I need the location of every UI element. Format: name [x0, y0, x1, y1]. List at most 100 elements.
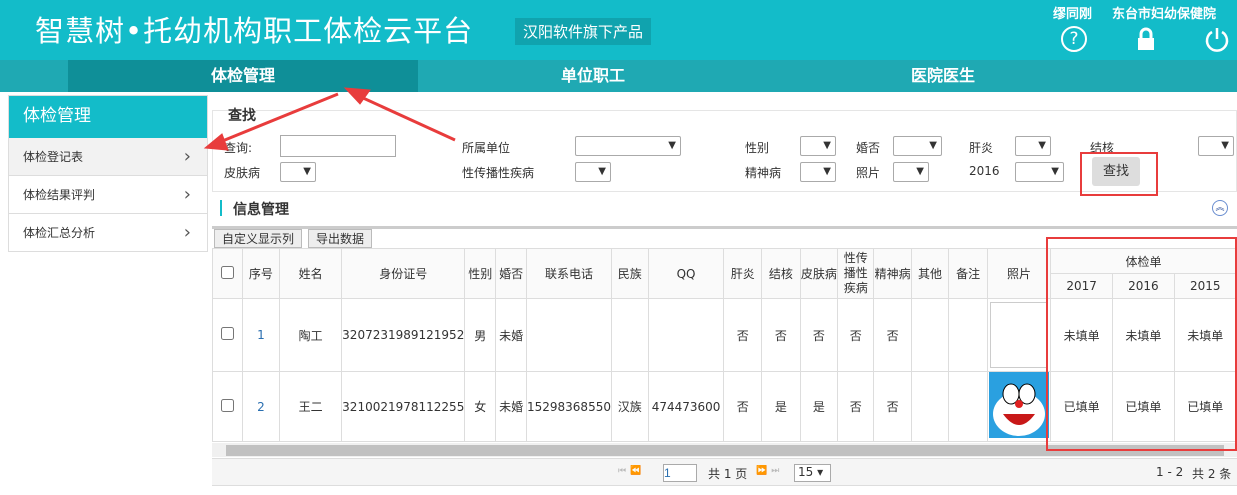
skin-label: 皮肤病 [224, 166, 261, 180]
cell-skin: 是 [799, 371, 839, 442]
col-header: 照片 [987, 248, 1051, 299]
cell-married: 未婚 [495, 371, 527, 442]
export-button[interactable]: 导出数据 [308, 229, 372, 248]
cell-2016[interactable]: 已填单 [1112, 371, 1175, 442]
cell-no[interactable]: 1 [241, 298, 281, 372]
power-icon[interactable] [1204, 26, 1230, 52]
query-label: 查询: [224, 141, 253, 155]
marriage-label: 婚否 [856, 141, 881, 155]
cell-qq: 474473600 [647, 371, 725, 442]
skin-select[interactable]: ▼ [280, 162, 316, 182]
lock-icon[interactable] [1133, 26, 1159, 52]
header: 智慧树•托幼机构职工体检云平台 汉阳软件旗下产品 缪同刚 东台市妇幼保健院 ? [0, 0, 1237, 60]
cell-phone [525, 298, 612, 372]
first-prev-page-icons[interactable]: ⏮⏪ [618, 466, 645, 476]
std-select[interactable]: ▼ [575, 162, 611, 182]
hepatitis-label: 肝炎 [969, 141, 994, 155]
sidebar-item-registration[interactable]: 体检登记表 › [9, 138, 207, 176]
cell-mental: 否 [873, 298, 912, 372]
cell-id: 3210021978112255 [341, 371, 466, 442]
col-header: QQ [647, 248, 725, 299]
year-select[interactable]: ▼ [1015, 162, 1064, 182]
year-header: 2016 [1112, 273, 1175, 299]
sidebar-item-label: 体检结果评判 [23, 188, 96, 202]
col-header: 结核 [761, 248, 801, 299]
next-last-page-icons[interactable]: ⏩⏭ [756, 466, 783, 476]
cell-name: 王二 [279, 371, 343, 442]
user-name: 缪同刚 [1053, 7, 1093, 22]
marriage-select[interactable]: ▼ [893, 136, 942, 156]
record-range: 1 - 2 [1156, 465, 1184, 479]
page-size-select[interactable]: 15 ▾ [794, 464, 831, 482]
scrollbar-thumb[interactable] [226, 445, 1224, 456]
chevron-right-icon: › [183, 184, 191, 205]
record-total: 共 2 条 [1192, 467, 1232, 481]
cell-no[interactable]: 2 [241, 371, 281, 442]
row-checkbox[interactable] [212, 298, 243, 372]
info-title: 信息管理 [233, 202, 289, 218]
tab-doctors[interactable]: 医院医生 [768, 60, 1118, 92]
cell-2015[interactable]: 未填单 [1173, 298, 1237, 372]
collapse-icon[interactable]: ︽ [1212, 200, 1228, 216]
cell-note [948, 371, 988, 442]
chevron-right-icon: › [183, 146, 191, 167]
cell-std: 否 [837, 371, 875, 442]
tb-label: 结核 [1090, 141, 1115, 155]
cell-skin: 否 [799, 298, 839, 372]
cell-tb: 是 [761, 371, 801, 442]
row-checkbox[interactable] [212, 371, 243, 442]
total-pages: 共 1 页 [708, 467, 748, 481]
custom-columns-button[interactable]: 自定义显示列 [214, 229, 302, 248]
query-input[interactable] [280, 135, 396, 157]
search-title: 查找 [228, 105, 256, 125]
col-header: 联系电话 [525, 248, 612, 299]
cell-married: 未婚 [495, 298, 527, 372]
sidebar-item-label: 体检登记表 [23, 150, 84, 164]
select-all-checkbox[interactable] [212, 248, 243, 299]
col-header: 性别 [464, 248, 497, 299]
cell-other [910, 371, 950, 442]
tab-staff[interactable]: 单位职工 [418, 60, 768, 92]
doraemon-photo [988, 372, 1049, 438]
unit-select[interactable]: ▼ [575, 136, 681, 156]
photo-label: 照片 [856, 166, 881, 180]
mental-select[interactable]: ▼ [800, 162, 836, 182]
cell-2016[interactable]: 未填单 [1112, 298, 1175, 372]
cell-gender: 男 [464, 298, 497, 372]
cell-2017[interactable]: 已填单 [1049, 371, 1114, 442]
main-nav: 体检管理 单位职工 医院医生 [0, 60, 1237, 92]
year-header: 2017 [1049, 273, 1114, 299]
sidebar-item-summary[interactable]: 体检汇总分析 › [9, 214, 207, 252]
cell-name: 陶工 [279, 298, 343, 372]
table-row[interactable]: 2 王二 3210021978112255 女 未婚 15298368550 汉… [212, 371, 1237, 442]
gender-select[interactable]: ▼ [800, 136, 836, 156]
tab-exam-management[interactable]: 体检管理 [68, 60, 418, 92]
app-title: 智慧树•托幼机构职工体检云平台 [35, 14, 474, 48]
cell-2017[interactable]: 未填单 [1049, 298, 1114, 372]
cell-ethnic [610, 298, 649, 372]
search-button[interactable]: 查找 [1092, 157, 1140, 186]
col-header: 姓名 [279, 248, 343, 299]
sidebar-item-label: 体检汇总分析 [23, 226, 96, 240]
chevron-right-icon: › [183, 222, 191, 243]
horizontal-scrollbar[interactable] [212, 443, 1237, 457]
unit-label: 所属单位 [462, 141, 511, 155]
org-name: 东台市妇幼保健院 [1112, 7, 1217, 22]
col-header: 序号 [241, 248, 281, 299]
col-header: 民族 [610, 248, 649, 299]
sidebar-item-evaluation[interactable]: 体检结果评判 › [9, 176, 207, 214]
year-label: 2016 [969, 164, 1000, 178]
broken-image-icon [989, 302, 1048, 368]
help-icon[interactable]: ? [1061, 26, 1087, 52]
col-header: 肝炎 [723, 248, 763, 299]
gender-label: 性别 [745, 141, 770, 155]
photo-select[interactable]: ▼ [893, 162, 929, 182]
hepatitis-select[interactable]: ▼ [1015, 136, 1051, 156]
table-row[interactable]: 1 陶工 3207231989121952 男 未婚 否 否 否 否 否 未填单… [212, 298, 1237, 372]
col-header: 婚否 [495, 248, 527, 299]
page-input[interactable] [663, 464, 697, 482]
cell-2015[interactable]: 已填单 [1173, 371, 1237, 442]
sidebar: 体检管理 体检登记表 › 体检结果评判 › 体检汇总分析 › [8, 95, 208, 252]
tb-select[interactable]: ▼ [1198, 136, 1234, 156]
cell-photo [987, 298, 1051, 372]
